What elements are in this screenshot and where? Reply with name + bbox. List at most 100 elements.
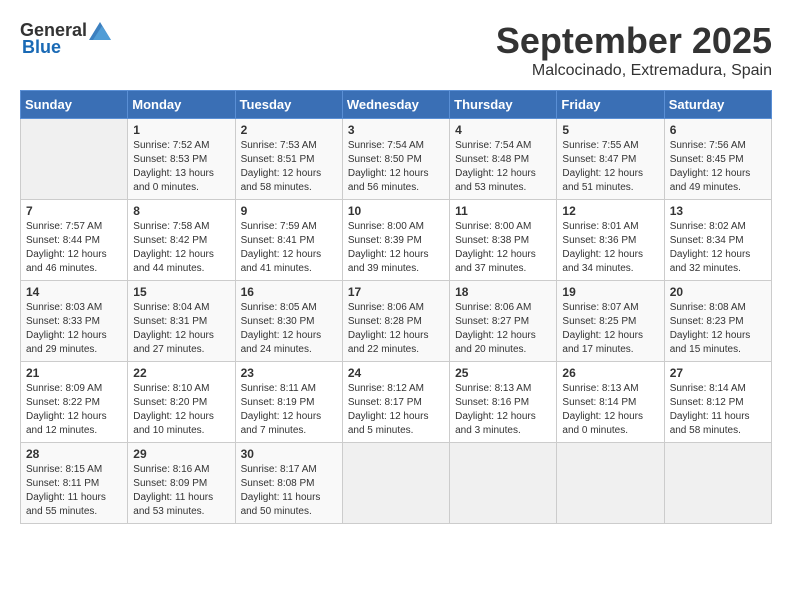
day-number: 19 — [562, 285, 658, 299]
calendar-cell: 7Sunrise: 7:57 AMSunset: 8:44 PMDaylight… — [21, 200, 128, 281]
day-info: Sunrise: 8:06 AMSunset: 8:28 PMDaylight:… — [348, 301, 444, 357]
calendar-cell: 2 Sunrise: 7:53 AMSunset: 8:51 PMDaylight… — [235, 119, 342, 200]
day-number: 7 — [26, 204, 122, 218]
day-info: Sunrise: 8:08 AMSunset: 8:23 PMDaylight:… — [670, 301, 766, 357]
day-info: Sunrise: 8:12 AMSunset: 8:17 PMDaylight:… — [348, 382, 444, 438]
month-title: September 2025 — [496, 20, 772, 62]
day-number: 14 — [26, 285, 122, 299]
day-number: 30 — [241, 447, 337, 461]
day-info: Sunrise: 8:04 AMSunset: 8:31 PMDaylight:… — [133, 301, 229, 357]
day-info: Sunrise: 8:01 AMSunset: 8:36 PMDaylight:… — [562, 220, 658, 276]
calendar-cell: 4 Sunrise: 7:54 AMSunset: 8:48 PMDaylight… — [450, 119, 557, 200]
calendar-cell: 20 Sunrise: 8:08 AMSunset: 8:23 PMDayligh… — [664, 281, 771, 362]
calendar-table: Sunday Monday Tuesday Wednesday Thursday… — [20, 90, 772, 524]
day-number: 1 — [133, 123, 229, 137]
day-info: Sunrise: 8:03 AMSunset: 8:33 PMDaylight:… — [26, 301, 122, 357]
day-number: 12 — [562, 204, 658, 218]
day-number: 5 — [562, 123, 658, 137]
day-info: Sunrise: 8:13 AMSunset: 8:16 PMDaylight:… — [455, 382, 551, 438]
day-info: Sunrise: 7:52 AMSunset: 8:53 PMDaylight:… — [133, 139, 229, 195]
day-number: 17 — [348, 285, 444, 299]
calendar-cell: 11 Sunrise: 8:00 AMSunset: 8:38 PMDayligh… — [450, 200, 557, 281]
header: General Blue September 2025 Malcocinado,… — [20, 20, 772, 80]
calendar-cell: 27 Sunrise: 8:14 AMSunset: 8:12 PMDayligh… — [664, 362, 771, 443]
day-number: 3 — [348, 123, 444, 137]
day-number: 2 — [241, 123, 337, 137]
day-number: 29 — [133, 447, 229, 461]
day-number: 22 — [133, 366, 229, 380]
day-number: 18 — [455, 285, 551, 299]
day-info: Sunrise: 7:55 AMSunset: 8:47 PMDaylight:… — [562, 139, 658, 195]
day-info: Sunrise: 8:05 AMSunset: 8:30 PMDaylight:… — [241, 301, 337, 357]
day-info: Sunrise: 8:17 AMSunset: 8:08 PMDaylight:… — [241, 463, 337, 519]
day-number: 11 — [455, 204, 551, 218]
day-number: 15 — [133, 285, 229, 299]
calendar-cell: 6 Sunrise: 7:56 AMSunset: 8:45 PMDaylight… — [664, 119, 771, 200]
calendar-cell: 13 Sunrise: 8:02 AMSunset: 8:34 PMDayligh… — [664, 200, 771, 281]
calendar-cell: 24 Sunrise: 8:12 AMSunset: 8:17 PMDayligh… — [342, 362, 449, 443]
calendar-cell — [21, 119, 128, 200]
day-number: 4 — [455, 123, 551, 137]
day-info: Sunrise: 7:53 AMSunset: 8:51 PMDaylight:… — [241, 139, 337, 195]
calendar-cell: 18 Sunrise: 8:06 AMSunset: 8:27 PMDayligh… — [450, 281, 557, 362]
calendar-cell: 14 Sunrise: 8:03 AMSunset: 8:33 PMDayligh… — [21, 281, 128, 362]
calendar-cell: 9 Sunrise: 7:59 AMSunset: 8:41 PMDaylight… — [235, 200, 342, 281]
day-number: 26 — [562, 366, 658, 380]
day-number: 25 — [455, 366, 551, 380]
calendar-cell: 21Sunrise: 8:09 AMSunset: 8:22 PMDayligh… — [21, 362, 128, 443]
calendar-cell: 16Sunrise: 8:05 AMSunset: 8:30 PMDayligh… — [235, 281, 342, 362]
day-number: 6 — [670, 123, 766, 137]
day-info: Sunrise: 7:59 AMSunset: 8:41 PMDaylight:… — [241, 220, 337, 276]
calendar-cell: 30 Sunrise: 8:17 AMSunset: 8:08 PMDayligh… — [235, 443, 342, 524]
header-saturday: Saturday — [664, 91, 771, 119]
day-info: Sunrise: 7:56 AMSunset: 8:45 PMDaylight:… — [670, 139, 766, 195]
days-header-row: Sunday Monday Tuesday Wednesday Thursday… — [21, 91, 772, 119]
day-number: 10 — [348, 204, 444, 218]
header-wednesday: Wednesday — [342, 91, 449, 119]
calendar-week-row: 7Sunrise: 7:57 AMSunset: 8:44 PMDaylight… — [21, 200, 772, 281]
calendar-cell: 26 Sunrise: 8:13 AMSunset: 8:14 PMDayligh… — [557, 362, 664, 443]
calendar-week-row: 1 Sunrise: 7:52 AMSunset: 8:53 PMDaylight… — [21, 119, 772, 200]
calendar-cell: 19 Sunrise: 8:07 AMSunset: 8:25 PMDayligh… — [557, 281, 664, 362]
calendar-cell: 29 Sunrise: 8:16 AMSunset: 8:09 PMDayligh… — [128, 443, 235, 524]
calendar-cell: 25 Sunrise: 8:13 AMSunset: 8:16 PMDayligh… — [450, 362, 557, 443]
day-number: 24 — [348, 366, 444, 380]
day-info: Sunrise: 8:09 AMSunset: 8:22 PMDaylight:… — [26, 382, 122, 438]
logo-blue-text: Blue — [22, 37, 61, 58]
calendar-cell: 3 Sunrise: 7:54 AMSunset: 8:50 PMDaylight… — [342, 119, 449, 200]
calendar-cell: 23Sunrise: 8:11 AMSunset: 8:19 PMDayligh… — [235, 362, 342, 443]
day-info: Sunrise: 8:15 AMSunset: 8:11 PMDaylight:… — [26, 463, 122, 519]
day-number: 9 — [241, 204, 337, 218]
day-info: Sunrise: 7:54 AMSunset: 8:48 PMDaylight:… — [455, 139, 551, 195]
header-sunday: Sunday — [21, 91, 128, 119]
calendar-week-row: 28Sunrise: 8:15 AMSunset: 8:11 PMDayligh… — [21, 443, 772, 524]
day-number: 20 — [670, 285, 766, 299]
day-info: Sunrise: 8:02 AMSunset: 8:34 PMDaylight:… — [670, 220, 766, 276]
title-area: September 2025 Malcocinado, Extremadura,… — [496, 20, 772, 80]
day-info: Sunrise: 7:54 AMSunset: 8:50 PMDaylight:… — [348, 139, 444, 195]
day-info: Sunrise: 7:58 AMSunset: 8:42 PMDaylight:… — [133, 220, 229, 276]
header-thursday: Thursday — [450, 91, 557, 119]
calendar-cell — [450, 443, 557, 524]
calendar-cell: 22 Sunrise: 8:10 AMSunset: 8:20 PMDayligh… — [128, 362, 235, 443]
day-info: Sunrise: 8:16 AMSunset: 8:09 PMDaylight:… — [133, 463, 229, 519]
day-info: Sunrise: 8:14 AMSunset: 8:12 PMDaylight:… — [670, 382, 766, 438]
calendar-week-row: 14 Sunrise: 8:03 AMSunset: 8:33 PMDayligh… — [21, 281, 772, 362]
calendar-cell: 8Sunrise: 7:58 AMSunset: 8:42 PMDaylight… — [128, 200, 235, 281]
day-number: 27 — [670, 366, 766, 380]
day-info: Sunrise: 8:06 AMSunset: 8:27 PMDaylight:… — [455, 301, 551, 357]
location-title: Malcocinado, Extremadura, Spain — [496, 62, 772, 80]
day-info: Sunrise: 8:10 AMSunset: 8:20 PMDaylight:… — [133, 382, 229, 438]
day-number: 13 — [670, 204, 766, 218]
calendar-cell — [557, 443, 664, 524]
logo-icon — [89, 22, 111, 40]
day-info: Sunrise: 8:13 AMSunset: 8:14 PMDaylight:… — [562, 382, 658, 438]
calendar-cell: 12 Sunrise: 8:01 AMSunset: 8:36 PMDayligh… — [557, 200, 664, 281]
calendar-week-row: 21Sunrise: 8:09 AMSunset: 8:22 PMDayligh… — [21, 362, 772, 443]
calendar-cell: 17 Sunrise: 8:06 AMSunset: 8:28 PMDayligh… — [342, 281, 449, 362]
day-info: Sunrise: 8:07 AMSunset: 8:25 PMDaylight:… — [562, 301, 658, 357]
calendar-cell: 1 Sunrise: 7:52 AMSunset: 8:53 PMDaylight… — [128, 119, 235, 200]
day-info: Sunrise: 8:00 AMSunset: 8:38 PMDaylight:… — [455, 220, 551, 276]
calendar-cell: 10Sunrise: 8:00 AMSunset: 8:39 PMDayligh… — [342, 200, 449, 281]
calendar-cell — [664, 443, 771, 524]
